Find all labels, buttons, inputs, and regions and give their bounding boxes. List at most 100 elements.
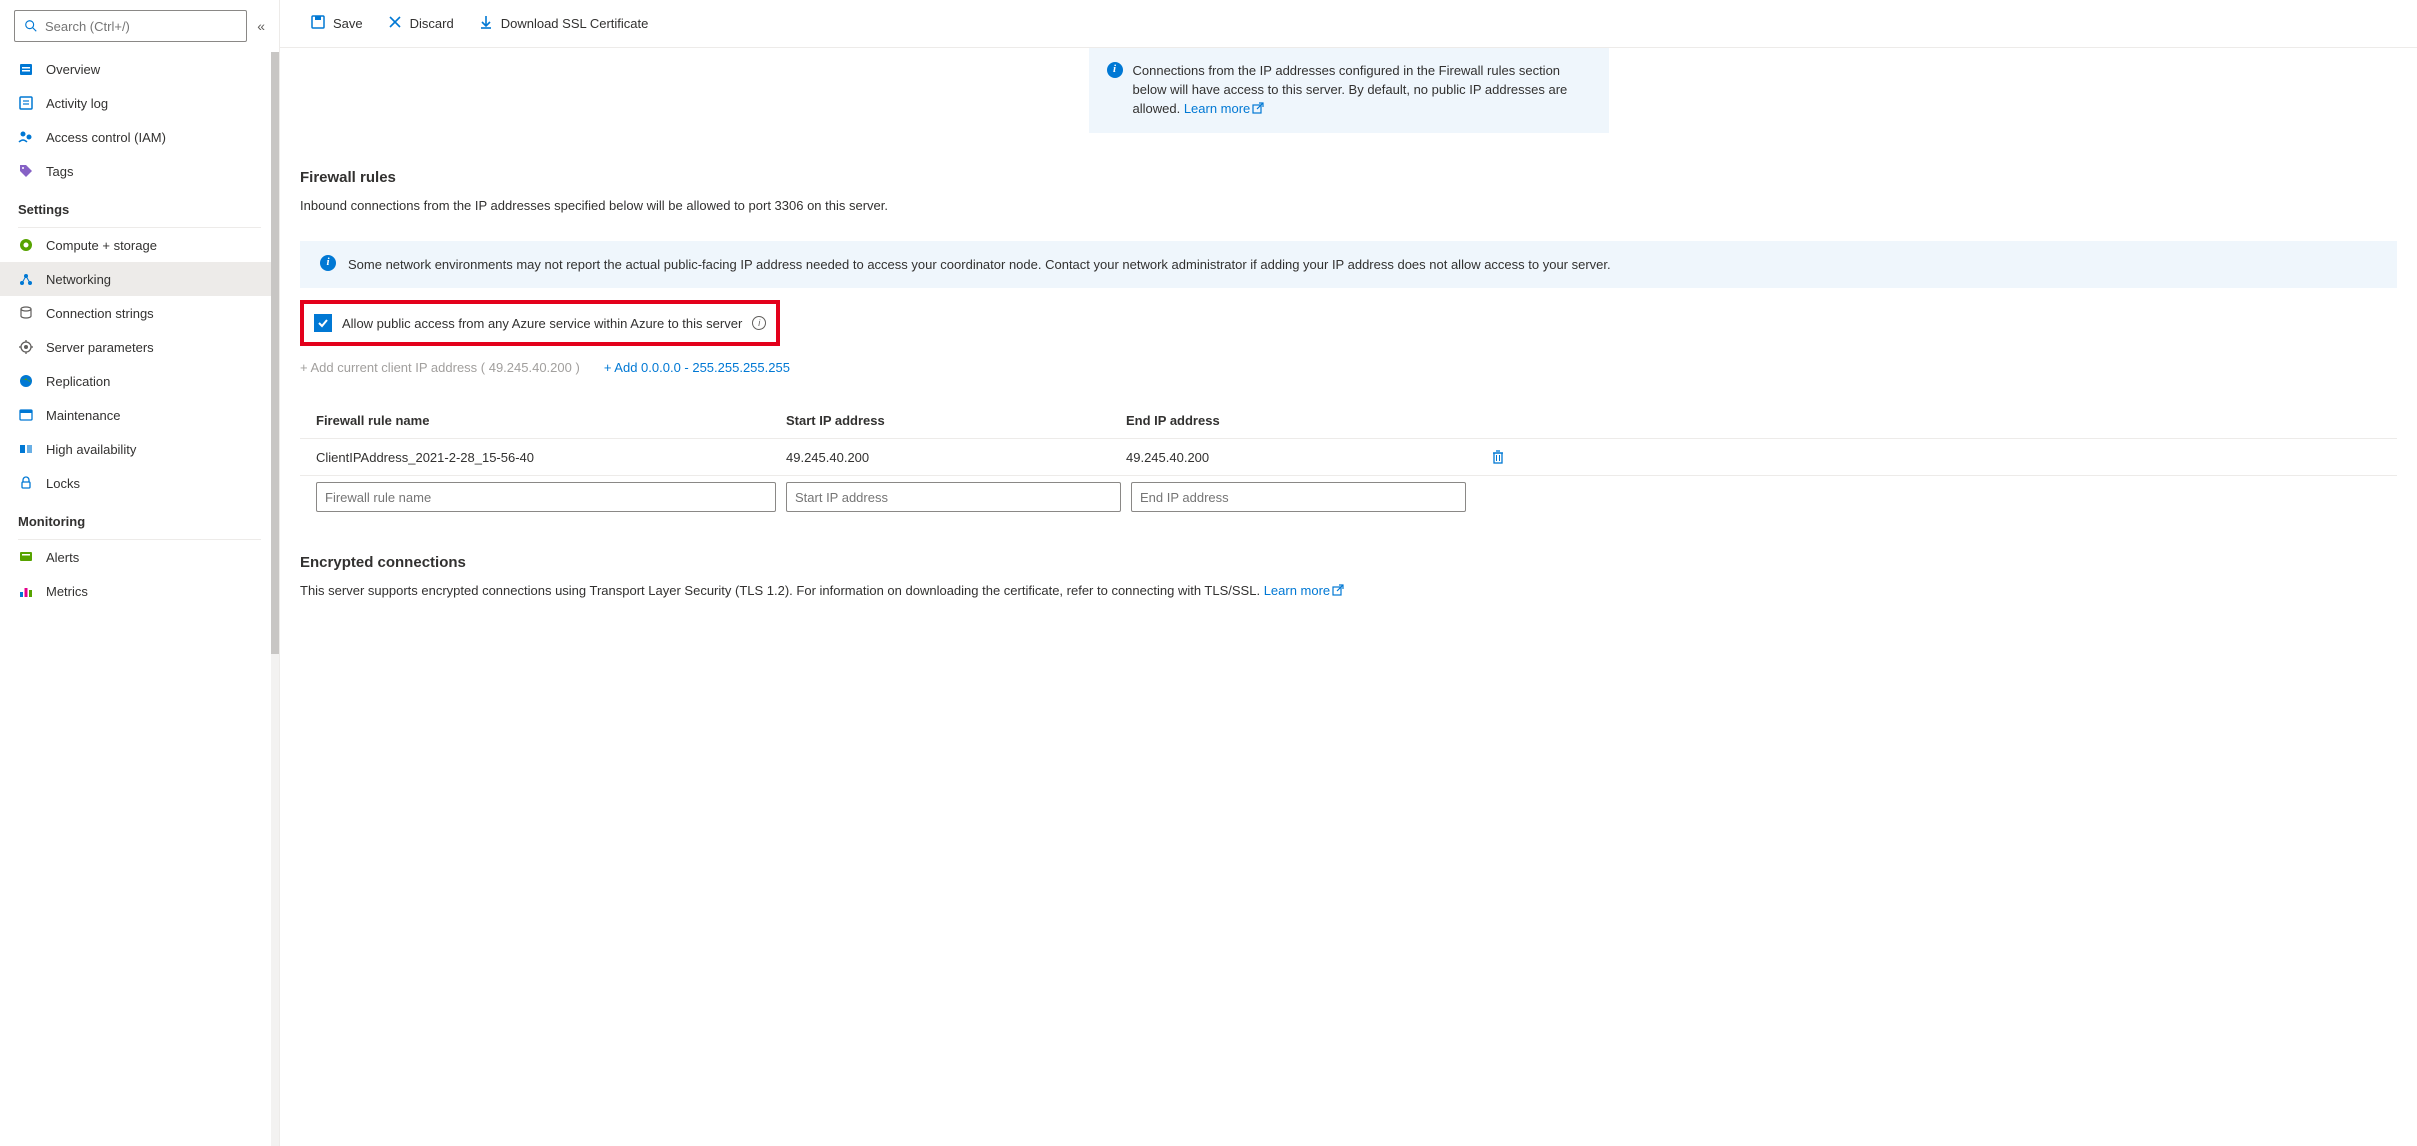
encrypted-connections-desc: This server supports encrypted connectio… [300, 583, 2397, 598]
allow-azure-label: Allow public access from any Azure servi… [342, 316, 742, 331]
sidebar-item-metrics[interactable]: Metrics [0, 574, 279, 608]
content-area: i Connections from the IP addresses conf… [280, 48, 2417, 1146]
sidebar-item-label: Activity log [46, 96, 108, 111]
learn-more-link[interactable]: Learn more [1184, 101, 1264, 116]
sidebar-item-maintenance[interactable]: Maintenance [0, 398, 279, 432]
network-env-banner: i Some network environments may not repo… [300, 241, 2397, 289]
allow-azure-highlight: Allow public access from any Azure servi… [300, 300, 780, 346]
download-label: Download SSL Certificate [501, 16, 649, 31]
sidebar-item-label: Replication [46, 374, 110, 389]
sidebar-item-label: Tags [46, 164, 73, 179]
cell-start-ip: 49.245.40.200 [786, 450, 1126, 465]
add-current-ip-button[interactable]: + Add current client IP address ( 49.245… [300, 360, 580, 375]
download-icon [478, 14, 494, 33]
close-icon [387, 14, 403, 33]
download-ssl-button[interactable]: Download SSL Certificate [468, 8, 659, 39]
sidebar-item-high-availability[interactable]: High availability [0, 432, 279, 466]
sidebar-item-label: Networking [46, 272, 111, 287]
info-icon: i [1107, 62, 1123, 78]
search-row: « [0, 0, 279, 52]
sidebar-item-label: Alerts [46, 550, 79, 565]
sidebar: « Overview Activity log Access control (… [0, 0, 280, 1146]
banner-text: Some network environments may not report… [348, 255, 1611, 275]
sidebar-item-label: High availability [46, 442, 136, 457]
sidebar-item-locks[interactable]: Locks [0, 466, 279, 500]
activity-log-icon [18, 95, 34, 111]
external-link-icon [1332, 584, 1344, 596]
search-box[interactable] [14, 10, 247, 42]
high-availability-icon [18, 441, 34, 457]
encrypted-connections-title: Encrypted connections [300, 554, 2397, 571]
lock-icon [18, 475, 34, 491]
search-input[interactable] [45, 19, 238, 34]
firewall-rules-table: Firewall rule name Start IP address End … [300, 403, 2397, 518]
connection-strings-icon [18, 305, 34, 321]
save-icon [310, 14, 326, 33]
toolbar: Save Discard Download SSL Certificate [280, 0, 2417, 48]
add-all-ip-button[interactable]: + Add 0.0.0.0 - 255.255.255.255 [604, 360, 790, 375]
maintenance-icon [18, 407, 34, 423]
gear-icon [18, 339, 34, 355]
col-end-ip: End IP address [1126, 413, 1466, 428]
sidebar-item-label: Connection strings [46, 306, 154, 321]
info-tooltip-icon[interactable]: i [752, 316, 766, 330]
globe-icon [18, 373, 34, 389]
sidebar-section-monitoring: Monitoring [0, 500, 279, 535]
table-input-row [300, 476, 2397, 518]
sidebar-item-alerts[interactable]: Alerts [0, 540, 279, 574]
sidebar-item-label: Compute + storage [46, 238, 157, 253]
banner-text: Connections from the IP addresses config… [1133, 62, 1591, 119]
table-row: ClientIPAddress_2021-2-28_15-56-40 49.24… [300, 439, 2397, 476]
tags-icon [18, 163, 34, 179]
compute-icon [18, 237, 34, 253]
sidebar-item-label: Metrics [46, 584, 88, 599]
alerts-icon [18, 549, 34, 565]
metrics-icon [18, 583, 34, 599]
networking-icon [18, 271, 34, 287]
sidebar-item-replication[interactable]: Replication [0, 364, 279, 398]
sidebar-item-tags[interactable]: Tags [0, 154, 279, 188]
firewall-rules-desc: Inbound connections from the IP addresse… [300, 198, 2397, 213]
end-ip-input[interactable] [1131, 482, 1466, 512]
allow-azure-checkbox-row: Allow public access from any Azure servi… [314, 314, 766, 332]
info-icon: i [320, 255, 336, 271]
firewall-info-banner: i Connections from the IP addresses conf… [1089, 48, 1609, 133]
scrollbar-thumb[interactable] [271, 52, 279, 654]
external-link-icon [1252, 101, 1264, 113]
cell-rule-name: ClientIPAddress_2021-2-28_15-56-40 [316, 450, 786, 465]
sidebar-item-label: Access control (IAM) [46, 130, 166, 145]
allow-azure-checkbox[interactable] [314, 314, 332, 332]
save-label: Save [333, 16, 363, 31]
sidebar-item-label: Maintenance [46, 408, 120, 423]
sidebar-nav: Overview Activity log Access control (IA… [0, 52, 279, 1146]
discard-label: Discard [410, 16, 454, 31]
access-control-icon [18, 129, 34, 145]
sidebar-item-label: Locks [46, 476, 80, 491]
sidebar-item-label: Server parameters [46, 340, 154, 355]
cell-end-ip: 49.245.40.200 [1126, 450, 1466, 465]
col-start-ip: Start IP address [786, 413, 1126, 428]
learn-more-tls-link[interactable]: Learn more [1264, 583, 1344, 598]
ip-actions-row: + Add current client IP address ( 49.245… [300, 360, 2397, 375]
main-content: Save Discard Download SSL Certificate i … [280, 0, 2417, 1146]
rule-name-input[interactable] [316, 482, 776, 512]
sidebar-item-connection-strings[interactable]: Connection strings [0, 296, 279, 330]
col-rule-name: Firewall rule name [316, 413, 786, 428]
delete-rule-button[interactable] [1490, 449, 1506, 465]
sidebar-item-overview[interactable]: Overview [0, 52, 279, 86]
sidebar-item-label: Overview [46, 62, 100, 77]
collapse-sidebar-button[interactable]: « [257, 18, 265, 34]
sidebar-item-networking[interactable]: Networking [0, 262, 279, 296]
start-ip-input[interactable] [786, 482, 1121, 512]
table-header: Firewall rule name Start IP address End … [300, 403, 2397, 439]
discard-button[interactable]: Discard [377, 8, 464, 39]
sidebar-item-activity-log[interactable]: Activity log [0, 86, 279, 120]
sidebar-item-access-control[interactable]: Access control (IAM) [0, 120, 279, 154]
sidebar-item-compute-storage[interactable]: Compute + storage [0, 228, 279, 262]
sidebar-section-settings: Settings [0, 188, 279, 223]
overview-icon [18, 61, 34, 77]
search-icon [23, 18, 39, 34]
sidebar-item-server-parameters[interactable]: Server parameters [0, 330, 279, 364]
save-button[interactable]: Save [300, 8, 373, 39]
firewall-rules-title: Firewall rules [300, 169, 2397, 186]
